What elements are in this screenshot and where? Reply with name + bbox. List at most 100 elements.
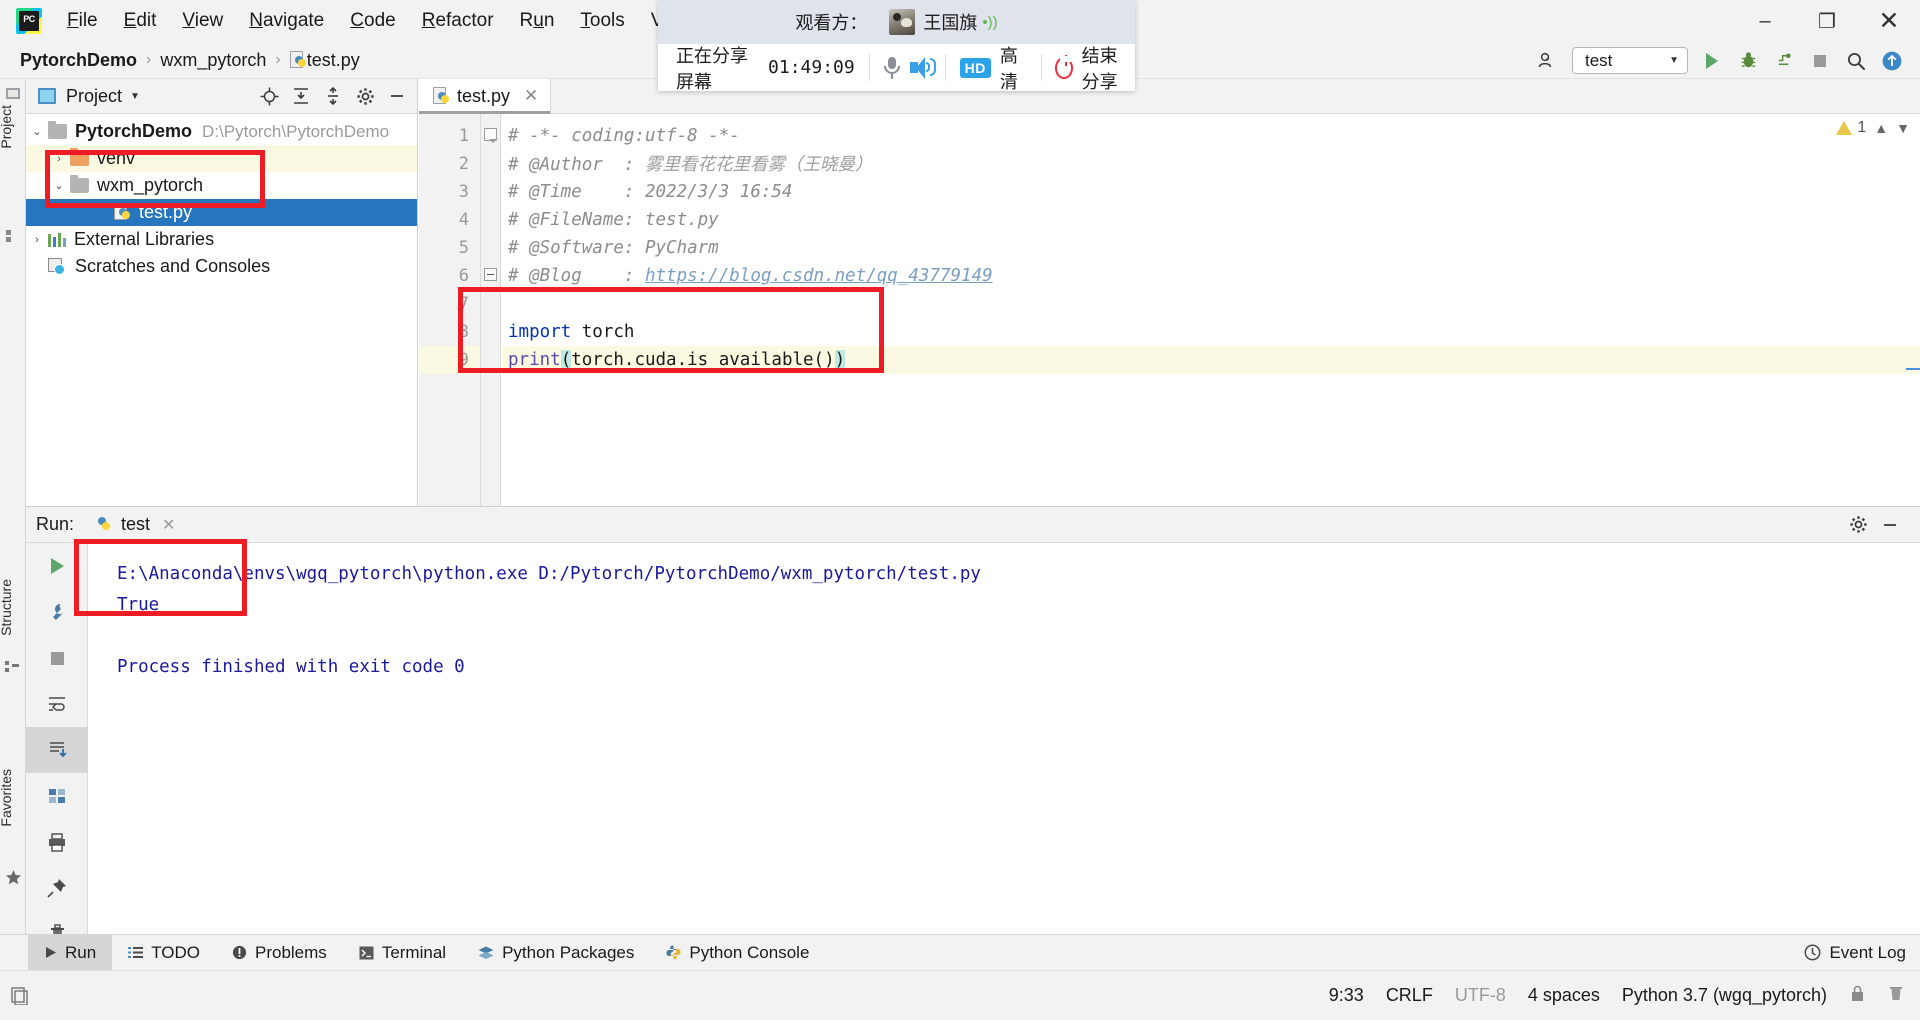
chevron-right-icon[interactable]: › [26, 234, 48, 246]
tree-item-external-libraries[interactable]: › External Libraries [26, 226, 417, 253]
indent-setting[interactable]: 4 spaces [1528, 985, 1600, 1006]
code-content[interactable]: # -*- coding:utf-8 -*- # @Author : 雾里看花花… [502, 114, 1920, 506]
chevron-down-icon[interactable]: ⌄ [26, 125, 48, 138]
bottom-tab-todo[interactable]: TODO [112, 935, 216, 971]
trash-status-icon[interactable] [1888, 984, 1904, 1007]
project-tree: ⌄ PytorchDemo D:\Pytorch\PytorchDemo › v… [26, 114, 417, 280]
end-share-button[interactable]: 结束分享 [1082, 42, 1135, 94]
menu-tools[interactable]: Tools [567, 8, 637, 34]
lock-icon[interactable] [1849, 984, 1866, 1008]
settings-gear-icon[interactable] [1842, 510, 1874, 540]
editor-fold-column[interactable] [481, 114, 501, 506]
menu-refactor[interactable]: Refactor [409, 8, 507, 34]
tree-item-venv[interactable]: › venv [26, 145, 417, 172]
menu-code[interactable]: Code [337, 8, 408, 34]
tree-item-scratches[interactable]: Scratches and Consoles [26, 253, 417, 280]
menu-run[interactable]: Run [507, 8, 568, 34]
coverage-button[interactable] [1767, 46, 1801, 76]
caret-position[interactable]: 9:33 [1329, 985, 1364, 1006]
line-number: 1 [458, 126, 469, 146]
search-icon[interactable] [1839, 46, 1873, 76]
event-log-area[interactable]: Event Log [1804, 943, 1906, 963]
collapse-all-icon[interactable] [317, 81, 349, 111]
run-button[interactable] [1695, 46, 1729, 76]
close-button[interactable]: ✕ [1858, 0, 1920, 42]
chevron-down-icon[interactable]: ⌄ [48, 179, 70, 192]
bottom-tab-run[interactable]: Run [28, 934, 113, 971]
soft-wrap-icon[interactable] [26, 681, 88, 727]
run-console-output[interactable]: E:\Anaconda\envs\wgq_pytorch\python.exe … [89, 543, 1920, 971]
line-number: 9 [419, 346, 480, 374]
structure-strip-icon[interactable] [5, 659, 21, 675]
menu-navigate[interactable]: Navigate [236, 8, 337, 34]
fold-marker-open-icon[interactable] [484, 128, 497, 143]
warning-badge[interactable]: 1 [1836, 119, 1866, 137]
tree-item-path: D:\Pytorch\PytorchDemo [202, 121, 390, 141]
bottom-tab-python-console[interactable]: Python Console [650, 935, 825, 971]
tab-test-py[interactable]: test.py ✕ [419, 79, 552, 114]
maximize-button[interactable]: ❐ [1796, 0, 1858, 42]
locate-icon[interactable] [253, 81, 285, 111]
print-icon[interactable] [26, 819, 88, 865]
python-interpreter[interactable]: Python 3.7 (wgq_pytorch) [1622, 985, 1827, 1006]
pin-icon[interactable] [26, 865, 88, 911]
user-icon[interactable] [1531, 46, 1565, 76]
bottom-tab-terminal[interactable]: Terminal [343, 935, 462, 971]
bookmarks-strip-icon[interactable] [5, 229, 21, 245]
star-icon[interactable] [5, 869, 21, 885]
menu-edit[interactable]: Edit [111, 8, 170, 34]
close-icon[interactable]: ✕ [524, 86, 538, 106]
tree-item-wxm-pytorch[interactable]: ⌄ wxm_pytorch [26, 172, 417, 199]
print-grid-icon[interactable] [26, 773, 88, 819]
updates-icon[interactable] [1875, 46, 1909, 76]
run-configuration-selector[interactable]: test ▼ [1572, 47, 1688, 74]
event-log-button[interactable]: Event Log [1804, 943, 1906, 963]
chevron-up-icon[interactable]: ▲ [1874, 120, 1888, 136]
debug-button[interactable] [1731, 46, 1765, 76]
hd-badge-icon[interactable]: HD [959, 57, 991, 78]
expand-all-icon[interactable] [285, 81, 317, 111]
line-separator[interactable]: CRLF [1386, 985, 1433, 1006]
project-strip-icon[interactable] [5, 85, 21, 101]
close-icon[interactable]: ✕ [162, 515, 175, 535]
sidebar-item-favorites[interactable]: Favorites [0, 769, 24, 827]
hide-panel-icon[interactable] [1874, 510, 1906, 540]
power-icon[interactable] [1055, 54, 1073, 79]
breadcrumb-item-project[interactable]: PytorchDemo [20, 50, 137, 71]
code-link[interactable]: https://blog.csdn.net/qq_43779149 [645, 266, 993, 286]
stop-button[interactable] [26, 635, 88, 681]
minimize-button[interactable]: – [1734, 0, 1796, 42]
sidebar-item-structure[interactable]: Structure [0, 579, 24, 636]
chevron-down-icon[interactable]: ▼ [130, 91, 140, 102]
code-segment: torch [571, 322, 635, 342]
file-encoding[interactable]: UTF-8 [1455, 985, 1506, 1006]
hide-panel-icon[interactable] [381, 81, 413, 111]
breadcrumb-item-folder[interactable]: wxm_pytorch [160, 50, 266, 71]
chevron-down-icon[interactable]: ▼ [1896, 120, 1910, 136]
fold-marker-close-icon[interactable] [484, 268, 497, 281]
run-tab-test[interactable]: test ✕ [96, 507, 175, 543]
scratches-icon [48, 258, 67, 275]
speaker-icon[interactable] [910, 56, 937, 80]
menu-view[interactable]: View [169, 8, 236, 34]
settings-gear-icon[interactable] [349, 81, 381, 111]
sidebar-item-project[interactable]: Project [0, 105, 24, 149]
layout-icon[interactable] [10, 985, 32, 1007]
chevron-right-icon[interactable]: › [48, 153, 70, 165]
tree-item-pytorchdemo[interactable]: ⌄ PytorchDemo D:\Pytorch\PytorchDemo [26, 118, 417, 145]
bottom-tab-python-packages[interactable]: Python Packages [462, 935, 650, 971]
scroll-to-end-icon[interactable] [26, 727, 88, 773]
editor-body[interactable]: 1 2 3 4 5 6 7 8 9 # -*- coding:utf-8 -*- [419, 114, 1920, 506]
rerun-button[interactable] [26, 543, 88, 589]
stop-button[interactable] [1803, 46, 1837, 76]
tree-item-test-py[interactable]: test.py [26, 199, 417, 226]
menu-file[interactable]: File [54, 8, 111, 34]
hd-label[interactable]: 高清 [1000, 42, 1027, 94]
breadcrumb-item-file[interactable]: test.py [307, 50, 360, 71]
code-segment: # @Software: PyCharm [508, 238, 719, 258]
wrench-icon[interactable] [26, 589, 88, 635]
bottom-tab-problems[interactable]: Problems [216, 935, 343, 971]
console-line: True [117, 595, 160, 615]
microphone-icon[interactable] [883, 55, 901, 81]
bottom-tab-label: Python Console [689, 942, 810, 962]
